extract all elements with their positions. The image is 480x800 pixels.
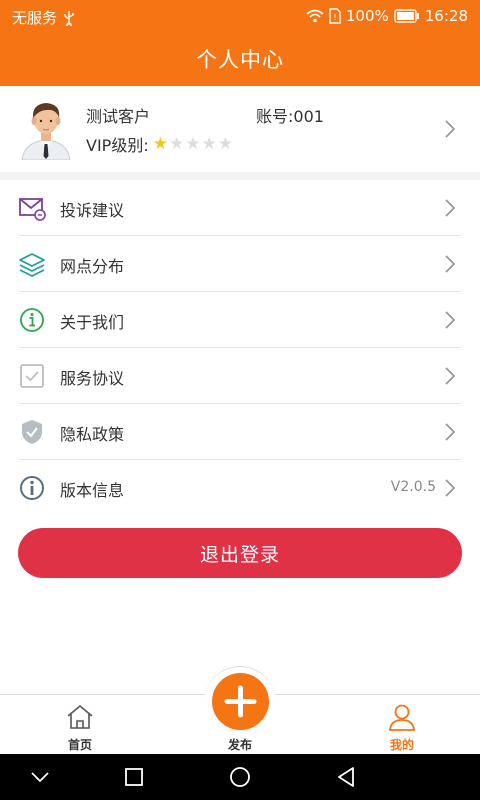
chevron-right-icon bbox=[445, 311, 456, 329]
recents-icon[interactable] bbox=[122, 765, 146, 789]
checkbox-icon bbox=[20, 364, 44, 388]
sim-icon: ! bbox=[329, 8, 341, 24]
shield-icon bbox=[22, 420, 42, 444]
battery-icon bbox=[394, 9, 419, 23]
carrier-text: 无服务 bbox=[12, 9, 58, 27]
back-icon[interactable] bbox=[334, 765, 358, 789]
menu-item-privacy-policy[interactable]: 隐私政策 bbox=[18, 404, 462, 460]
system-nav-bar bbox=[0, 754, 480, 800]
plus-icon bbox=[224, 685, 257, 718]
info-icon bbox=[20, 308, 44, 332]
avatar bbox=[21, 103, 71, 160]
tab-home[interactable]: 首页 bbox=[40, 703, 120, 753]
menu-item-label: 隐私政策 bbox=[60, 425, 125, 444]
star-empty-icon: ★ bbox=[201, 133, 217, 154]
menu-item-label: 服务协议 bbox=[60, 369, 125, 388]
usb-icon bbox=[64, 10, 74, 26]
profile-account: 账号:001 bbox=[256, 107, 324, 126]
home-circle-icon[interactable] bbox=[228, 765, 252, 789]
tab-mine[interactable]: 我的 bbox=[362, 703, 442, 753]
home-icon bbox=[67, 704, 93, 729]
chevron-right-icon bbox=[445, 120, 456, 138]
user-icon bbox=[389, 704, 415, 731]
wifi-icon bbox=[306, 9, 324, 23]
menu-item-label: 投诉建议 bbox=[60, 201, 125, 220]
svg-text:!: ! bbox=[333, 13, 336, 22]
menu-list: 投诉建议 网点分布 关于我们 服务协议 隐私政策 版本信息 V2.0.5 bbox=[0, 180, 480, 516]
star-empty-icon: ★ bbox=[217, 133, 233, 154]
chevron-down-icon[interactable] bbox=[28, 765, 52, 789]
publish-button[interactable] bbox=[212, 673, 269, 730]
star-empty-icon: ★ bbox=[185, 133, 201, 154]
star-filled-icon: ★ bbox=[152, 133, 168, 154]
chevron-right-icon bbox=[445, 479, 456, 497]
page-title: 个人中心 bbox=[196, 48, 284, 72]
profile-name: 测试客户 bbox=[86, 107, 151, 126]
status-bar: 无服务 ! 100% 16:28 bbox=[0, 0, 480, 32]
chevron-right-icon bbox=[445, 199, 456, 217]
section-divider bbox=[0, 172, 480, 180]
mail-icon bbox=[19, 198, 46, 221]
vip-level: VIP级别: ★ ★ ★ ★ ★ bbox=[86, 132, 234, 156]
logout-button[interactable]: 退出登录 bbox=[18, 528, 462, 578]
menu-item-label: 网点分布 bbox=[60, 257, 125, 276]
tab-home-label: 首页 bbox=[67, 738, 92, 752]
menu-item-complaint[interactable]: 投诉建议 bbox=[18, 180, 462, 236]
battery-percent: 100% bbox=[345, 7, 389, 25]
profile-card[interactable]: 测试客户 账号:001 VIP级别: ★ ★ ★ ★ ★ bbox=[0, 86, 480, 172]
tab-mine-label: 我的 bbox=[389, 738, 414, 752]
title-bar: 个人中心 bbox=[0, 32, 480, 86]
menu-item-service-agreement[interactable]: 服务协议 bbox=[18, 348, 462, 404]
tab-publish-label: 发布 bbox=[227, 738, 252, 752]
star-empty-icon: ★ bbox=[168, 133, 185, 154]
menu-item-label: 版本信息 bbox=[60, 481, 125, 500]
vip-star-rating: ★ ★ ★ ★ ★ bbox=[152, 133, 234, 154]
chevron-right-icon bbox=[445, 423, 456, 441]
menu-item-version-info[interactable]: 版本信息 V2.0.5 bbox=[18, 460, 462, 516]
menu-item-about[interactable]: 关于我们 bbox=[18, 292, 462, 348]
chevron-right-icon bbox=[445, 255, 456, 273]
chevron-right-icon bbox=[445, 367, 456, 385]
menu-item-label: 关于我们 bbox=[60, 313, 125, 332]
clock-time: 16:28 bbox=[424, 7, 468, 25]
menu-item-branches[interactable]: 网点分布 bbox=[18, 236, 462, 292]
info-circle-icon bbox=[20, 476, 44, 500]
version-value: V2.0.5 bbox=[390, 479, 436, 495]
layers-icon bbox=[19, 253, 45, 277]
vip-label: VIP级别: bbox=[86, 136, 149, 155]
